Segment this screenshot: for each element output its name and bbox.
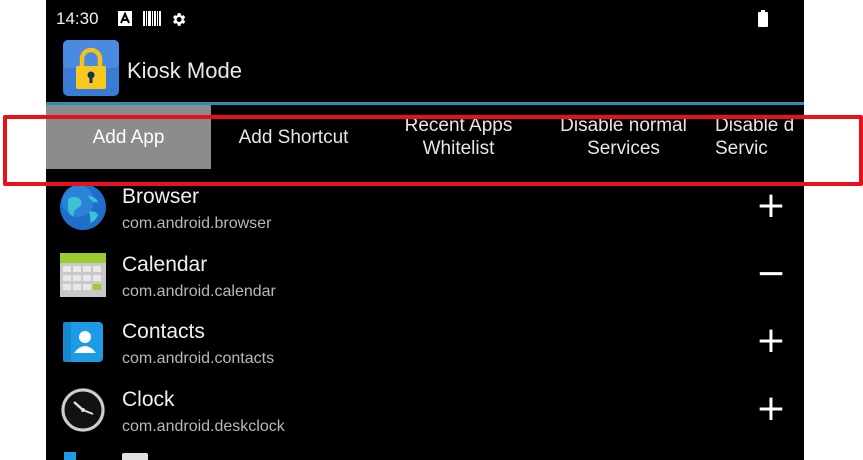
app-package: com.android.deskclock — [122, 417, 285, 435]
add-app-button[interactable]: + — [746, 321, 796, 361]
app-title: Kiosk Mode — [127, 58, 242, 83]
list-item-clock[interactable]: Clock com.android.deskclock + — [46, 375, 804, 443]
status-time: 14:30 — [56, 9, 99, 28]
settings-gear-icon — [170, 11, 187, 33]
calendar-icon — [58, 250, 108, 300]
a-box-icon — [118, 11, 132, 31]
tab-add-shortcut[interactable]: Add Shortcut — [211, 105, 376, 169]
list-item-partial[interactable] — [46, 442, 804, 460]
app-package: com.android.contacts — [122, 350, 275, 367]
app-name: Clock — [122, 387, 175, 411]
app-list: Browser com.android.browser + Calendar c… — [46, 172, 804, 460]
status-bar: 14:30 — [46, 0, 804, 38]
add-app-button[interactable]: + — [746, 388, 796, 429]
clock-icon — [58, 385, 108, 435]
globe-icon — [58, 182, 108, 232]
partial-app-name — [122, 453, 148, 460]
app-name: Browser — [122, 185, 200, 208]
list-item-browser[interactable]: Browser com.android.browser + — [46, 172, 804, 240]
tab-recent-apps-whitelist[interactable]: Recent Apps Whitelist — [376, 105, 541, 169]
barcode-icon — [143, 11, 161, 31]
lock-icon — [61, 38, 121, 98]
partial-app-icon — [64, 452, 76, 460]
contacts-icon — [58, 317, 108, 367]
tab-add-app[interactable]: Add App — [46, 105, 211, 169]
app-package: com.android.browser — [122, 215, 272, 232]
action-bar: Kiosk Mode — [46, 38, 804, 102]
list-item-contacts[interactable]: Contacts com.android.contacts + — [46, 307, 804, 375]
app-name: Calendar — [122, 252, 208, 276]
battery-icon — [758, 10, 768, 32]
tab-disable-normal-services[interactable]: Disable normal Services — [541, 105, 706, 169]
tab-strip: Add App Add Shortcut Recent Apps Whiteli… — [46, 105, 804, 169]
device-screen: 14:30 Kiosk Mode Add App Add Shortcut Re… — [46, 0, 804, 460]
list-item-calendar[interactable]: Calendar com.android.calendar − — [46, 240, 804, 308]
app-package: com.android.calendar — [122, 282, 276, 300]
app-name: Contacts — [122, 320, 205, 343]
remove-app-button[interactable]: − — [746, 253, 796, 294]
add-app-button[interactable]: + — [746, 186, 796, 226]
tab-disable-services-partial[interactable]: Disable d Servic — [706, 105, 804, 169]
